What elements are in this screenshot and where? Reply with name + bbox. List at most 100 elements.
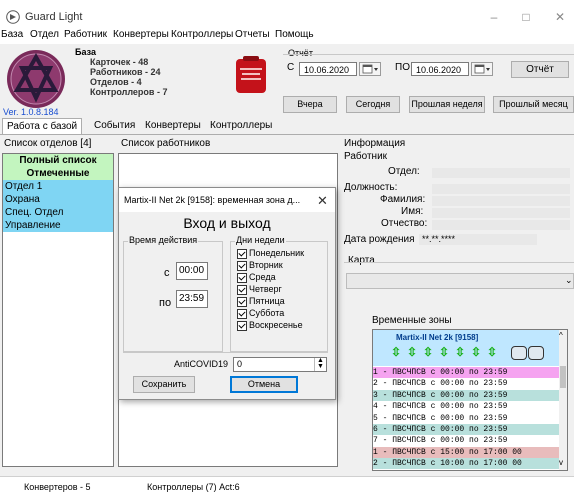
time-to-input[interactable]: 23:59 — [176, 290, 208, 308]
menu-item-help[interactable]: Помощь — [275, 29, 314, 40]
menu-item-department[interactable]: Отдел — [30, 29, 59, 40]
employees-label: Список работников — [121, 138, 211, 149]
report-button[interactable]: Отчёт — [511, 61, 569, 78]
menu-item-reports[interactable]: Отчеты — [235, 29, 270, 40]
maximize-button[interactable]: □ — [518, 9, 534, 25]
save-button[interactable]: Сохранить — [133, 376, 195, 393]
department-item[interactable]: Полный список — [3, 154, 113, 167]
checkbox-checked-icon[interactable] — [237, 260, 247, 271]
direction-arrow-icon[interactable]: ⇳ — [407, 346, 417, 358]
birth-date-value: **.**.**** — [419, 234, 537, 245]
time-from-input[interactable]: 00:00 — [176, 262, 208, 280]
yesterday-button[interactable]: Вчера — [283, 96, 337, 113]
direction-arrow-icon[interactable]: ⇳ — [471, 346, 481, 358]
weekday-label: Воскресенье — [249, 320, 303, 330]
to-date-picker-button[interactable] — [471, 62, 493, 76]
toggle-zone-a-button[interactable] — [511, 346, 527, 360]
zone-row[interactable]: 1 - ПВСЧПСВ с 15:00 по 17:00 00 — [373, 446, 559, 458]
app-logo-icon — [6, 10, 20, 24]
menu-item-base[interactable]: База — [1, 29, 23, 40]
card-select[interactable]: ⌄ — [346, 273, 574, 289]
department-item[interactable]: Отдел 1 — [3, 180, 113, 193]
weekday-checkbox[interactable]: Четверг — [237, 284, 282, 295]
checkbox-checked-icon[interactable] — [237, 272, 247, 283]
department-item[interactable]: Спец. Отдел — [3, 206, 113, 219]
zone-row[interactable]: 7 - ПВСЧПСВ с 00:00 по 23:59 — [373, 435, 559, 447]
title-bar: Guard Light – □ ✕ — [0, 6, 574, 28]
checkbox-checked-icon[interactable] — [237, 284, 247, 295]
report-group-label: Отчёт — [288, 48, 313, 58]
cancel-button[interactable]: Отмена — [230, 376, 298, 393]
zone-row[interactable]: 5 - ПВСЧПСВ с 00:00 по 23:59 — [373, 412, 559, 424]
info-label: Информация — [344, 138, 406, 149]
emergency-exit-icon[interactable] — [233, 56, 269, 94]
from-date-picker-button[interactable] — [359, 62, 381, 76]
checkbox-checked-icon[interactable] — [237, 320, 247, 331]
department-item[interactable]: Управление — [3, 219, 113, 232]
field-department-value — [432, 168, 570, 178]
zone-row[interactable]: 2 - ПВСЧПСВ с 00:00 по 23:59 — [373, 378, 559, 390]
field-name-value — [432, 208, 570, 218]
tab-converters[interactable]: Конвертеры — [141, 118, 205, 134]
last-month-button[interactable]: Прошлый месяц — [493, 96, 574, 113]
zones-header: Martix-II Net 2k [9158] ⇳ ⇳ ⇳ ⇳ ⇳ ⇳ ⇳ — [373, 330, 559, 366]
dialog-title: Martix-II Net 2k [9158]: временная зона … — [124, 195, 301, 205]
menu-item-converters[interactable]: Конвертеры — [113, 29, 169, 40]
checkbox-checked-icon[interactable] — [237, 308, 247, 319]
last-week-button[interactable]: Прошлая неделя — [409, 96, 485, 113]
field-position-value — [432, 184, 570, 194]
toggle-zone-b-button[interactable] — [528, 346, 544, 360]
weekday-checkbox[interactable]: Понедельник — [237, 248, 304, 259]
scroll-up-icon[interactable]: ^ — [559, 331, 563, 340]
today-button[interactable]: Сегодня — [346, 96, 400, 113]
direction-arrow-icon[interactable]: ⇳ — [423, 346, 433, 358]
db-title: База — [75, 47, 96, 57]
checkbox-checked-icon[interactable] — [237, 296, 247, 307]
zone-row[interactable]: 2 - ПВСЧПСВ с 10:00 по 17:00 00 — [373, 458, 559, 470]
window-title: Guard Light — [25, 11, 83, 23]
zone-row[interactable]: 6 - ПВСЧПСВ с 00:00 по 23:59 — [373, 424, 559, 435]
weekday-checkbox[interactable]: Пятница — [237, 296, 285, 307]
info-panel: Ver. 1.0.8.184 База Карточек - 48 Работн… — [0, 44, 574, 117]
direction-arrow-icon[interactable]: ⇳ — [439, 346, 449, 358]
zone-row[interactable]: 3 - ПВСЧПСВ с 00:00 по 23:59 — [373, 389, 559, 401]
zones-scrollbar[interactable]: ^ v — [559, 330, 567, 470]
weekday-label: Пятница — [249, 296, 285, 306]
tab-database[interactable]: Работа с базой — [2, 118, 83, 134]
dialog-close-button[interactable]: ✕ — [317, 193, 328, 209]
weekday-label: Понедельник — [249, 248, 305, 258]
to-date-input[interactable]: 10.06.2020 — [411, 62, 469, 76]
menu-item-worker[interactable]: Работник — [64, 29, 107, 40]
time-to-label: по — [159, 297, 172, 309]
to-date-label: ПО — [395, 62, 410, 73]
time-zones-panel: Martix-II Net 2k [9158] ⇳ ⇳ ⇳ ⇳ ⇳ ⇳ ⇳ 1 … — [372, 329, 568, 471]
calendar-dropdown-icon — [474, 64, 490, 74]
db-controllers-count: Контроллеров - 7 — [90, 87, 168, 97]
menu-item-controllers[interactable]: Контроллеры — [171, 29, 233, 40]
param-label: AntiCOVID19 — [174, 359, 229, 369]
department-item[interactable]: Отмеченные — [3, 167, 113, 180]
direction-arrow-icon[interactable]: ⇳ — [487, 346, 497, 358]
zone-row[interactable]: 4 - ПВСЧПСВ с 00:00 по 23:59 — [373, 401, 559, 413]
spinner-icon[interactable]: ▲ ▼ — [314, 357, 326, 371]
minimize-button[interactable]: – — [486, 9, 502, 25]
close-button[interactable]: ✕ — [552, 9, 568, 25]
weekday-checkbox[interactable]: Среда — [237, 272, 276, 283]
from-date-input[interactable]: 10.06.2020 — [299, 62, 357, 76]
weekday-checkbox[interactable]: Воскресенье — [237, 320, 303, 331]
status-controllers: Контроллеры (7) Act:6 — [147, 482, 240, 492]
tab-controllers[interactable]: Контроллеры — [206, 118, 276, 134]
weekday-checkbox[interactable]: Суббота — [237, 308, 284, 319]
weekday-checkbox[interactable]: Вторник — [237, 260, 283, 271]
department-item[interactable]: Охрана — [3, 193, 113, 206]
time-from-label: с — [164, 267, 170, 279]
direction-arrow-icon[interactable]: ⇳ — [391, 346, 401, 358]
tab-events[interactable]: События — [90, 118, 139, 134]
checkbox-checked-icon[interactable] — [237, 248, 247, 259]
zone-row[interactable]: 1 - ПВСЧПСВ с 00:00 по 23:59 — [373, 367, 559, 378]
scroll-down-icon[interactable]: v — [559, 458, 563, 467]
weekday-label: Четверг — [249, 284, 282, 294]
scroll-thumb[interactable] — [560, 366, 566, 388]
direction-arrow-icon[interactable]: ⇳ — [455, 346, 465, 358]
param-input[interactable]: 0 ▲ ▼ — [233, 357, 327, 372]
